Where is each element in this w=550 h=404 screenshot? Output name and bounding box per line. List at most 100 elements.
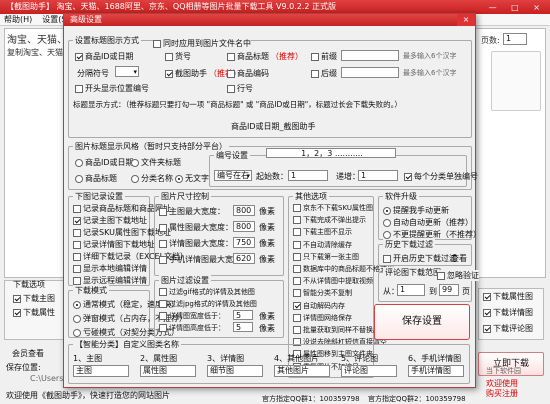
checkbox[interactable]: [311, 69, 319, 78]
checkbox[interactable]: [159, 239, 167, 248]
checkbox[interactable]: [227, 69, 235, 78]
style-category[interactable]: 分类名称: [131, 173, 173, 184]
page-input[interactable]: 1: [503, 33, 527, 45]
other-option[interactable]: 详情图网络保存: [293, 313, 352, 323]
other-option[interactable]: 不自动清除缓存: [293, 240, 352, 250]
record-option[interactable]: 记录主图下载地址: [73, 215, 147, 226]
opt-r3[interactable]: 下载评论图: [483, 323, 533, 334]
opt-r1[interactable]: 下载属性图: [483, 291, 533, 302]
register-link[interactable]: 购买注册: [486, 388, 518, 399]
size-option[interactable]: 详情图最大宽度：: [159, 238, 233, 249]
window-buttons[interactable]: — □ ×: [489, 1, 546, 15]
checkbox[interactable]: [483, 324, 491, 333]
checkbox[interactable]: [159, 223, 167, 232]
custom-input[interactable]: 主图: [73, 365, 129, 377]
checkbox[interactable]: [159, 288, 167, 296]
opt-code[interactable]: 商品编码: [227, 68, 269, 79]
checkbox[interactable]: [293, 204, 301, 212]
checkbox[interactable]: [165, 52, 173, 61]
review-to-input[interactable]: 99: [439, 284, 459, 296]
checkbox[interactable]: [404, 172, 412, 181]
separator-select[interactable]: [115, 66, 139, 77]
radio[interactable]: [73, 328, 81, 337]
checkbox[interactable]: [293, 289, 301, 298]
opt-r2[interactable]: 下载详情图: [483, 307, 533, 318]
checkbox[interactable]: [75, 84, 83, 93]
filter-option[interactable]: 过滤gif格式的详情及其他图: [159, 287, 255, 297]
record-option[interactable]: 记录详情图下载地址: [73, 239, 155, 250]
other-option[interactable]: 下载主图不显示: [293, 227, 352, 237]
opt-line[interactable]: 行号: [227, 83, 253, 94]
radio[interactable]: [131, 158, 139, 167]
checkbox[interactable]: [159, 255, 167, 264]
custom-input[interactable]: 手机详情图: [408, 365, 464, 377]
other-option[interactable]: 不从详情图中提取视频: [293, 276, 373, 286]
custom-input[interactable]: 评论图: [341, 365, 397, 377]
opt-start-seq[interactable]: 开头显示位置编号: [75, 83, 149, 94]
custom-input[interactable]: 属性图: [140, 365, 196, 377]
size-option[interactable]: 主图最大宽度：: [159, 206, 225, 217]
checkbox[interactable]: [311, 52, 319, 61]
radio[interactable]: [383, 218, 391, 227]
size-input[interactable]: 800: [233, 221, 255, 232]
checkbox[interactable]: [73, 276, 81, 285]
checkbox[interactable]: [293, 326, 301, 334]
style-title[interactable]: 商品标题: [75, 173, 117, 184]
checkbox[interactable]: [73, 204, 81, 213]
custom-input[interactable]: 细节图: [207, 365, 263, 377]
checkbox[interactable]: [293, 240, 301, 249]
style-file-title[interactable]: 文件夹标题: [131, 157, 181, 168]
checkbox[interactable]: [227, 84, 235, 93]
checkbox[interactable]: [483, 308, 491, 317]
close-button[interactable]: ×: [457, 14, 475, 26]
other-option[interactable]: 下载完成不弹出提示: [293, 215, 366, 225]
radio[interactable]: [383, 206, 391, 215]
filter-option[interactable]: 过滤jpg格式的详情及其他图: [159, 299, 257, 309]
radio[interactable]: [75, 158, 83, 167]
checkbox[interactable]: [75, 52, 83, 61]
checkbox[interactable]: [293, 277, 301, 286]
checkbox[interactable]: [73, 264, 81, 273]
checkbox[interactable]: [73, 228, 81, 237]
save-settings-button[interactable]: 保存设置: [374, 304, 470, 340]
checkbox[interactable]: [73, 252, 81, 261]
filter-option[interactable]: 详情图宽度低于：: [159, 311, 225, 321]
checkbox[interactable]: [13, 308, 21, 317]
checkbox[interactable]: [293, 313, 301, 322]
per-category-option[interactable]: 每个分类单独编号: [404, 171, 478, 182]
checkbox[interactable]: [153, 39, 161, 48]
opt-suffix[interactable]: 后缀: [311, 68, 337, 79]
record-option[interactable]: 显示本地编辑详情: [73, 263, 147, 274]
filter-input[interactable]: 5: [233, 322, 253, 332]
other-option[interactable]: 京东不下载SKU属性图: [293, 203, 373, 213]
history-view-link[interactable]: 查看: [451, 253, 467, 264]
radio[interactable]: [75, 174, 83, 183]
radio[interactable]: [383, 230, 391, 239]
radio[interactable]: [175, 174, 183, 183]
checkbox[interactable]: [293, 216, 301, 225]
opt-title[interactable]: 商品标题 （推荐）: [227, 51, 303, 62]
filter-option[interactable]: 详情图高度低于：: [159, 323, 225, 333]
opt-attr-img[interactable]: 下载属性: [13, 307, 55, 318]
style-none[interactable]: 无文字: [175, 173, 209, 184]
size-input[interactable]: 800: [233, 205, 255, 216]
checkbox[interactable]: [73, 240, 81, 249]
style-product-id[interactable]: 商品ID或日期: [75, 157, 134, 168]
checkbox[interactable]: [483, 292, 491, 301]
left-tab[interactable]: 淘宝、天猫、: [7, 31, 67, 46]
position-select[interactable]: 编号在右: [214, 170, 252, 181]
start-input[interactable]: 1: [288, 170, 328, 181]
checkbox[interactable]: [227, 52, 235, 61]
checkbox[interactable]: [437, 271, 445, 280]
review-from-input[interactable]: 1: [397, 284, 425, 296]
checkbox[interactable]: [159, 207, 167, 216]
checkbox[interactable]: [13, 294, 21, 303]
other-option[interactable]: 批量获取到同样不替换原标: [293, 325, 387, 335]
review-ignore-option[interactable]: 忽略验证: [437, 270, 479, 281]
upgrade-opt1[interactable]: 提醒我手动更新: [383, 205, 449, 216]
radio[interactable]: [73, 300, 81, 309]
size-input[interactable]: 620: [233, 253, 255, 264]
checkbox[interactable]: [159, 300, 167, 308]
other-option[interactable]: 只下载第一张主图: [293, 252, 359, 262]
step-input[interactable]: 1: [358, 170, 398, 181]
